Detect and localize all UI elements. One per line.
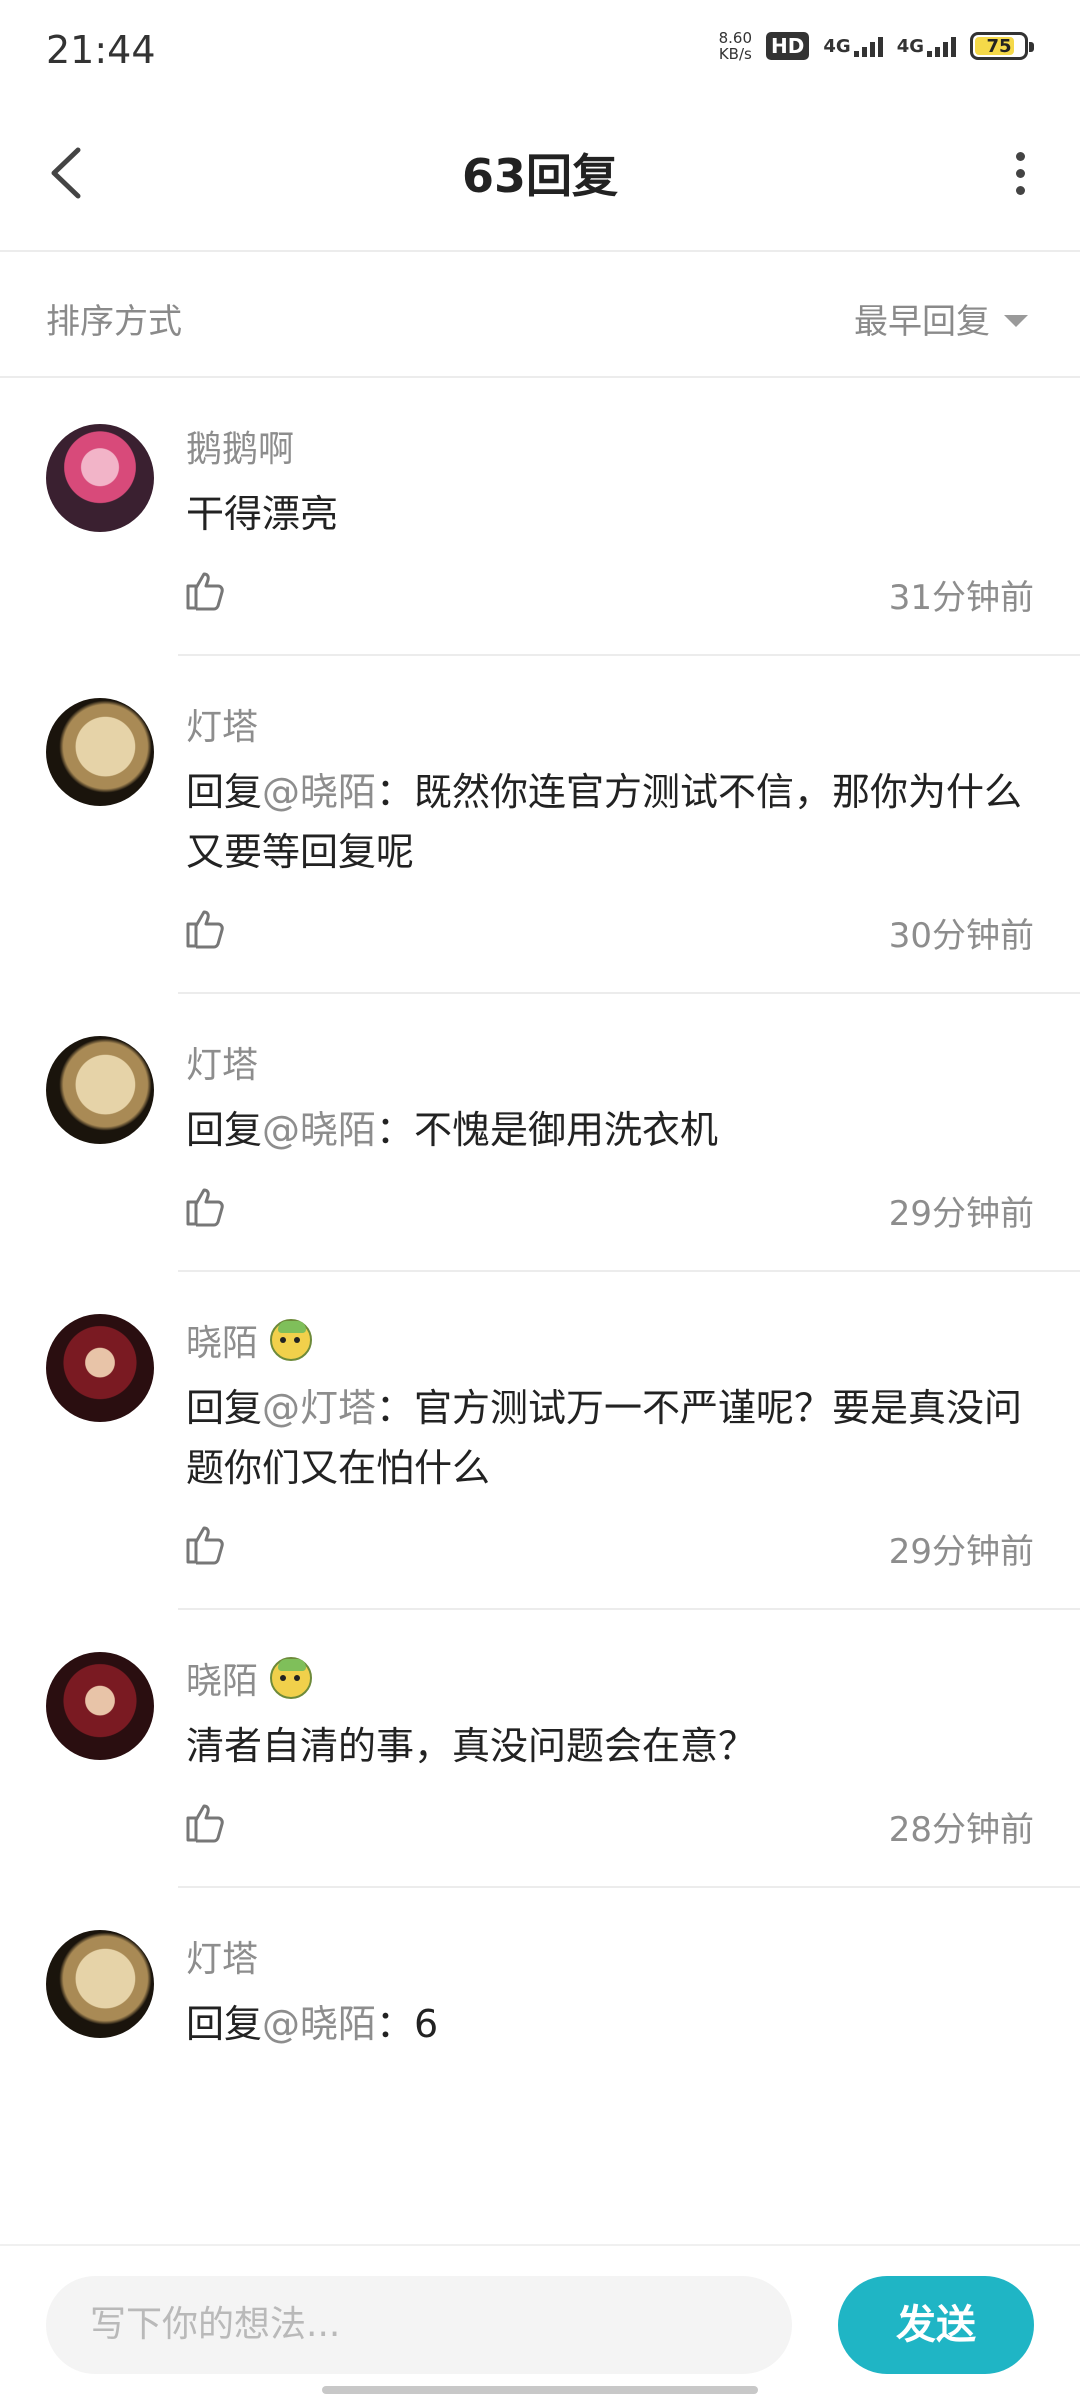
top-app-bar: 63回复	[0, 100, 1080, 252]
home-indicator[interactable]	[322, 2386, 758, 2394]
thumbs-up-icon[interactable]	[182, 566, 230, 614]
thumbs-up-icon[interactable]	[182, 1520, 230, 1568]
signal-icon-sim1: 4G	[823, 35, 883, 57]
commenter-name[interactable]: 灯塔	[186, 1036, 1034, 1088]
status-bar: 21:44 8.60 KB/s HD 4G 4G 75	[0, 0, 1080, 100]
comment-list: 鹅鹅啊 干得漂亮 31分钟前 灯塔 回复@晓陌：既然你连官方测试不信，那你为什么…	[0, 378, 1080, 2054]
comment-input[interactable]: 写下你的想法...	[46, 2276, 792, 2374]
hd-icon: HD	[766, 32, 810, 60]
network-speed: 8.60 KB/s	[718, 29, 753, 63]
avatar[interactable]	[46, 424, 154, 532]
thumbs-up-icon[interactable]	[182, 1798, 230, 1846]
avatar[interactable]	[46, 1652, 154, 1760]
avatar[interactable]	[46, 698, 154, 806]
comment-input-bar: 写下你的想法... 发送	[0, 2244, 1080, 2402]
thumbs-up-icon[interactable]	[182, 904, 230, 952]
sort-label: 排序方式	[46, 302, 182, 342]
mention-link[interactable]: @灯塔	[262, 1386, 376, 1430]
user-badge-icon	[270, 1319, 313, 1361]
comment-text: 清者自清的事，真没问题会在意？	[186, 1724, 757, 1768]
mention-link[interactable]: @晓陌	[262, 770, 376, 814]
commenter-name[interactable]: 灯塔	[186, 1930, 1034, 1982]
mention-link[interactable]: @晓陌	[262, 1108, 376, 1152]
comment-text: 回复@晓陌：既然你连官方测试不信，那你为什么又要等回复呢	[186, 770, 1023, 874]
comment-time: 29分钟前	[888, 1194, 1034, 1234]
sort-dropdown[interactable]: 最早回复	[854, 294, 1028, 343]
comment-text: 干得漂亮	[186, 492, 339, 536]
user-badge-icon	[270, 1657, 313, 1699]
comment-meta: 29分钟前	[186, 1520, 1034, 1580]
more-vertical-icon	[1015, 151, 1025, 161]
comment-meta: 28分钟前	[186, 1798, 1034, 1858]
battery-icon: 75	[970, 32, 1034, 60]
comment-item: 灯塔 回复@晓陌：既然你连官方测试不信，那你为什么又要等回复呢 30分钟前	[0, 656, 1080, 994]
comment-time: 29分钟前	[888, 1532, 1034, 1572]
thumbs-up-icon[interactable]	[182, 1182, 230, 1230]
commenter-name[interactable]: 鹅鹅啊	[186, 420, 1034, 472]
comment-text: 回复@灯塔：官方测试万一不严谨呢？要是真没问题你们又在怕什么	[186, 1386, 1023, 1490]
commenter-name[interactable]: 晓陌	[186, 1314, 1034, 1366]
comment-time: 28分钟前	[888, 1810, 1034, 1850]
comment-item: 晓陌 清者自清的事，真没问题会在意？ 28分钟前	[0, 1610, 1080, 1888]
commenter-name[interactable]: 灯塔	[186, 698, 1034, 750]
comment-meta: 31分钟前	[186, 566, 1034, 626]
status-time: 21:44	[46, 28, 156, 72]
comment-time: 31分钟前	[888, 578, 1034, 618]
commenter-name[interactable]: 晓陌	[186, 1652, 1034, 1704]
sort-selected-value: 最早回复	[854, 302, 990, 342]
comment-text: 回复@晓陌：不愧是御用洗衣机	[186, 1108, 719, 1152]
comment-text: 回复@晓陌：6	[186, 2002, 439, 2046]
status-icons: 8.60 KB/s HD 4G 4G 75	[718, 29, 1034, 63]
avatar[interactable]	[46, 1036, 154, 1144]
comment-item: 晓陌 回复@灯塔：官方测试万一不严谨呢？要是真没问题你们又在怕什么 29分钟前	[0, 1272, 1080, 1610]
more-options-button[interactable]	[990, 138, 1050, 208]
comment-meta: 29分钟前	[186, 1182, 1034, 1242]
comment-item: 鹅鹅啊 干得漂亮 31分钟前	[0, 378, 1080, 656]
avatar[interactable]	[46, 1314, 154, 1422]
send-button[interactable]: 发送	[838, 2276, 1034, 2374]
avatar[interactable]	[46, 1930, 154, 2038]
signal-icon-sim2: 4G	[897, 35, 956, 57]
comment-item: 灯塔 回复@晓陌：不愧是御用洗衣机 29分钟前	[0, 994, 1080, 1272]
comment-item: 灯塔 回复@晓陌：6	[0, 1888, 1080, 2054]
mention-link[interactable]: @晓陌	[262, 2002, 376, 2046]
comment-time: 30分钟前	[888, 916, 1034, 956]
page-title: 63回复	[461, 149, 618, 203]
comment-meta: 30分钟前	[186, 904, 1034, 964]
sort-bar: 排序方式 最早回复	[0, 252, 1080, 378]
caret-down-icon	[1004, 314, 1028, 327]
